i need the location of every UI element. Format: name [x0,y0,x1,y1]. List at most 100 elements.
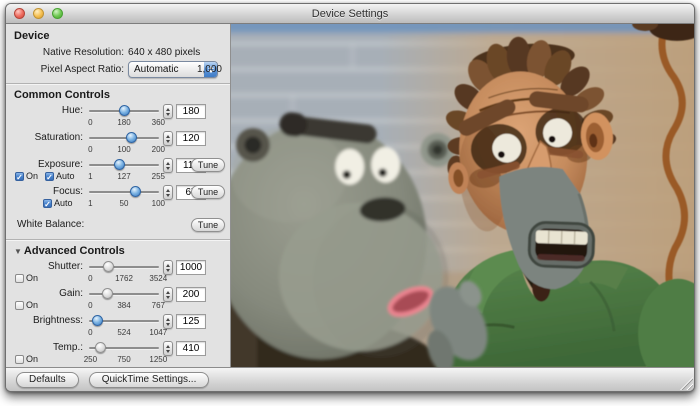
window-title: Device Settings [312,8,388,20]
gain-slider[interactable] [89,287,159,301]
device-section-header: Device [6,26,230,45]
temp-value-field[interactable] [176,341,206,356]
tick-label: 250 [84,355,97,364]
resize-grip[interactable] [680,377,693,390]
pixel-aspect-ratio-selected: Automatic [129,62,204,78]
gain-row: Gain: 0384767 On [11,287,225,314]
hue-slider-thumb[interactable] [119,105,130,116]
tick-label: 0 [88,118,92,127]
tick-label: 0 [88,328,92,337]
brightness-ticks: 05241047 [89,328,159,338]
gain-value-field[interactable] [176,287,206,302]
saturation-slider[interactable] [89,131,159,145]
temp-stepper[interactable] [163,341,173,356]
shutter-on-checkbox[interactable]: On [15,273,38,283]
advanced-controls-section: ▼Advanced Controls Shutter: 017623524 On… [6,241,230,368]
exposure-slider[interactable] [89,158,159,172]
gain-slider-thumb[interactable] [102,288,113,299]
tick-label: 0 [88,274,92,283]
temp-ticks: 2507501250 [89,355,159,365]
focus-tune-button[interactable]: Tune [191,185,225,199]
tick-label: 1 [88,172,92,181]
device-section: Device Native Resolution: 640 x 480 pixe… [6,24,230,83]
exposure-on-checkbox[interactable]: ✓On [15,171,38,181]
exposure-auto-checkbox[interactable]: ✓Auto [45,171,75,181]
minimize-button[interactable] [33,8,44,19]
tick-label: 200 [152,145,165,154]
settings-panel: Device Native Resolution: 640 x 480 pixe… [6,24,231,367]
zoom-button[interactable] [52,8,63,19]
close-button[interactable] [14,8,25,19]
shutter-slider-thumb[interactable] [103,261,114,272]
common-controls-header: Common Controls [6,85,230,104]
white-balance-tune-button[interactable]: Tune [191,218,225,232]
native-resolution-value: 640 x 480 pixels [128,45,200,61]
exposure-stepper[interactable] [163,158,173,173]
footer-bar: Defaults QuickTime Settings... [6,367,694,391]
hue-label: Hue: [11,105,83,116]
camera-preview [231,24,694,367]
exposure-slider-thumb[interactable] [114,159,125,170]
exposure-tune-button[interactable]: Tune [191,158,225,172]
shutter-value-field[interactable] [176,260,206,275]
tick-label: 50 [120,199,129,208]
brightness-row: Brightness: 0 524 1047 [11,314,225,341]
temp-slider-thumb[interactable] [95,342,106,353]
hue-stepper[interactable] [163,104,173,119]
pixel-aspect-ratio-label: Pixel Aspect Ratio: [6,61,124,78]
hue-value-field[interactable] [176,104,206,119]
focus-auto-checkbox[interactable]: ✓Auto [43,198,73,208]
shutter-ticks: 017623524 [89,274,159,284]
saturation-label: Saturation: [11,132,83,143]
device-settings-window: Device Settings Device Native Resolution… [5,3,695,392]
shutter-stepper[interactable] [163,260,173,275]
native-resolution-label: Native Resolution: [6,45,124,61]
brightness-slider-thumb[interactable] [92,315,103,326]
claymation-preview-image [231,24,694,367]
white-balance-label: White Balance: [17,219,84,230]
gain-label: Gain: [11,288,83,299]
tick-label: 1047 [149,328,167,337]
saturation-value-field[interactable] [176,131,206,146]
temp-row: Temp.: 2507501250 On [11,341,225,368]
tick-label: 255 [152,172,165,181]
tick-label: 127 [117,172,130,181]
hue-slider[interactable] [89,104,159,118]
focus-label: Focus: [11,186,83,197]
temp-slider[interactable] [89,341,159,355]
focus-stepper[interactable] [163,185,173,200]
quicktime-settings-button[interactable]: QuickTime Settings... [89,372,210,388]
tick-label: 750 [117,355,130,364]
advanced-controls-header: ▼Advanced Controls [6,241,230,260]
tick-label: 0 [88,301,92,310]
tick-label: 524 [117,328,130,337]
tick-label: 1250 [149,355,167,364]
tick-label: 767 [152,301,165,310]
saturation-stepper[interactable] [163,131,173,146]
focus-slider[interactable] [89,185,159,199]
saturation-row: Saturation: 0100200 [11,131,225,158]
gain-on-checkbox[interactable]: On [15,300,38,310]
gain-stepper[interactable] [163,287,173,302]
title-bar[interactable]: Device Settings [6,4,694,24]
brightness-stepper[interactable] [163,314,173,329]
focus-slider-thumb[interactable] [130,186,141,197]
defaults-button[interactable]: Defaults [16,372,79,388]
temp-on-checkbox[interactable]: On [15,354,38,364]
exposure-label: Exposure: [11,159,83,170]
tick-label: 1 [88,199,92,208]
focus-row: Focus: 150100 Tune ✓Auto [11,185,225,212]
saturation-slider-thumb[interactable] [126,132,137,143]
saturation-ticks: 0100200 [89,145,159,155]
hue-ticks: 0180360 [89,118,159,128]
exposure-ticks: 1127255 [89,172,159,182]
tick-label: 3524 [149,274,167,283]
shutter-slider[interactable] [89,260,159,274]
disclosure-triangle-icon[interactable]: ▼ [14,247,22,256]
tick-label: 180 [117,118,130,127]
tick-label: 360 [152,118,165,127]
temp-label: Temp.: [11,342,83,353]
brightness-value-field[interactable] [176,314,206,329]
brightness-label: Brightness: [11,315,83,326]
brightness-slider[interactable] [89,314,159,328]
